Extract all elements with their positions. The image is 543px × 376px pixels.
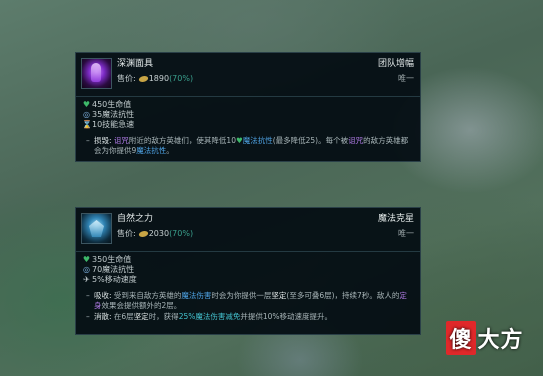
keyword: 坚定 [271,291,287,300]
item-passives: 吸收: 受到来自敌方英雄的魔法伤害时会为你提供一层坚定(至多可叠6层)，持续7秒… [76,285,420,322]
magic-resist-icon: ◎ [83,110,90,119]
item-passives: 损毁: 诅咒附近的敌方英雄们，使其降低10♥魔法抗性(最多降低25)。每个被诅咒… [76,130,420,156]
passive-effect: 消散: 在6层坚定时，获得25%魔法伤害减免并提供10%移动速度提升。 [86,312,412,322]
item-stats: ♥ 450生命值 ◎ 35魔法抗性 ⌛10技能急速 [76,97,420,130]
passive-text: 并提供10%移动速度提升。 [240,312,333,321]
stat-ability-haste: ⌛10技能急速 [82,120,135,129]
item-tooltip-abyssal-mask: 深渊面具 售价: 1890(70%) 团队增幅 唯一 ♥ 450生命值 ◎ 35魔法抗… [75,52,421,162]
passive-text: 效果会提供额外的2层。 [101,301,182,310]
unique-label: 唯一 [398,74,414,83]
ability-haste-icon: ⌛ [82,120,92,129]
item-tooltip-force-of-nature: 自然之力 售价: 2030(70%) 魔法克星 唯一 ♥ 350生命值 ◎ 70魔法抗… [75,207,421,335]
passive-text: 在6层 [111,312,134,321]
price-label: 售价: [117,229,136,238]
keyword: 诅咒 [113,136,129,145]
passive-text: 受到来自敌方英雄的 [111,291,182,300]
price-label: 售价: [117,74,136,83]
price-value: 1890 [148,74,170,83]
passive-name: 吸收: [94,291,112,300]
unique-label: 唯一 [398,229,414,238]
item-price: 售价: 1890(70%) [117,73,378,85]
force-of-nature-icon [81,213,112,244]
keyword: 魔法抗性 [242,136,273,145]
stat-health: ♥ 450生命值 [82,100,132,109]
stat-move-speed: ✈ 5%移动速度 [83,275,137,284]
keyword: 诅咒 [348,136,364,145]
item-name: 自然之力 [117,214,154,224]
stat-magic-resist: ◎ 70魔法抗性 [83,265,135,274]
heart-icon: ♥ [82,100,91,109]
item-category: 魔法克星 [377,214,414,224]
passive-effect: 吸收: 受到来自敌方英雄的魔法伤害时会为你提供一层坚定(至多可叠6层)，持续7秒… [86,291,412,311]
passive-effect: 损毁: 诅咒附近的敌方英雄们，使其降低10♥魔法抗性(最多降低25)。每个被诅咒… [86,136,412,156]
passive-text: 附近的敌方英雄们，使其降低10 [128,136,236,145]
keyword: 坚定 [133,312,149,321]
abyssal-mask-icon [81,58,112,89]
price-value: 2030 [148,229,170,238]
stat-magic-resist: ◎ 35魔法抗性 [83,110,135,119]
passive-text: (最多降低25)。每个被 [272,136,349,145]
keyword: 魔法抗性 [136,146,167,155]
item-stats: ♥ 350生命值 ◎ 70魔法抗性 ✈ 5%移动速度 [76,252,420,285]
heart-icon: ♥ [82,255,91,264]
keyword: 25%魔法伤害减免 [178,312,241,321]
sell-ratio: (70%) [169,74,194,83]
heart-icon: ♥ [235,136,243,145]
passive-text: 时会为你提供一层 [211,291,272,300]
passive-name: 消散: [94,312,112,321]
watermark-logo: 傻大方 [441,316,529,360]
item-category: 团队增幅 [377,59,414,69]
passive-text: (至多可叠6层)，持续7秒。敌人的 [286,291,400,300]
passive-name: 损毁: [94,136,112,145]
item-name: 深渊面具 [117,59,154,69]
keyword: 魔法伤害 [181,291,212,300]
stat-health: ♥ 350生命值 [82,255,132,264]
passive-text: 时，获得 [148,312,179,321]
magic-resist-icon: ◎ [83,265,90,274]
sell-ratio: (70%) [169,229,194,238]
gold-icon [137,75,149,82]
move-speed-icon: ✈ [83,275,90,284]
item-price: 售价: 2030(70%) [117,228,378,240]
gold-icon [137,230,149,237]
passive-text: 。 [166,146,174,155]
